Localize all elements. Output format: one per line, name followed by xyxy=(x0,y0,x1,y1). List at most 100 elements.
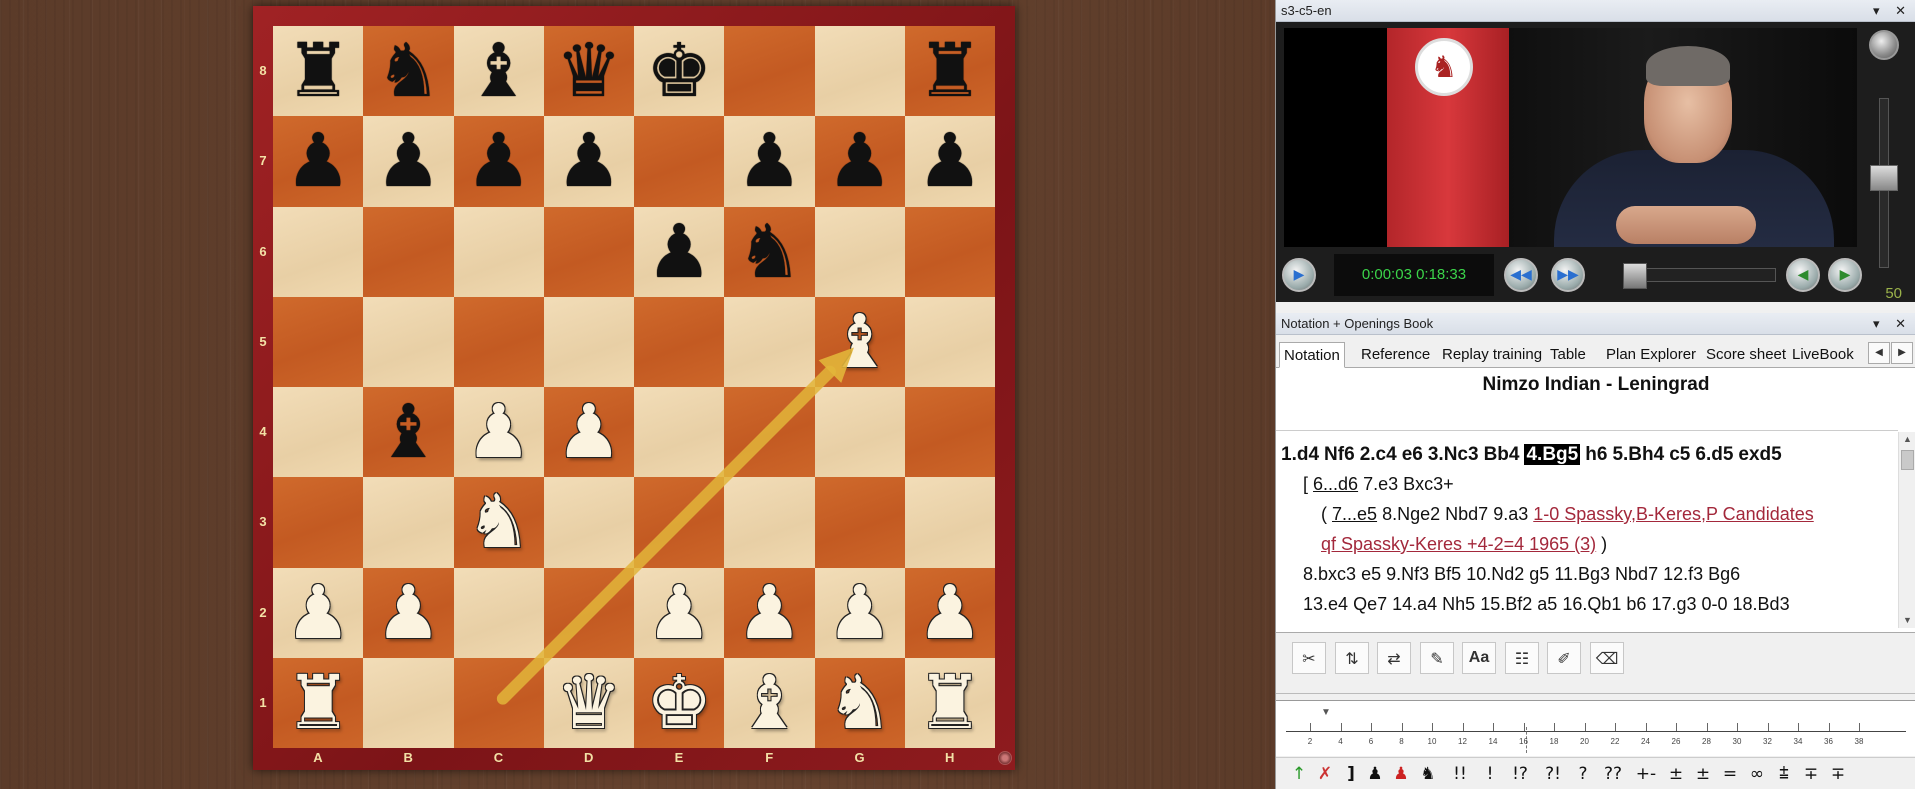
square-f1[interactable]: ♝ xyxy=(724,657,815,748)
black-pawn-icon[interactable]: ♟ xyxy=(826,124,892,198)
annotation-symbol[interactable]: ⩲ xyxy=(1773,762,1795,786)
white-pawn-icon[interactable]: ♟ xyxy=(646,576,712,650)
annotation-symbol[interactable]: !? xyxy=(1506,762,1534,786)
move[interactable]: h6 xyxy=(1585,444,1607,465)
black-bishop-icon[interactable]: ♝ xyxy=(465,34,531,108)
white-rook-icon[interactable]: ♜ xyxy=(285,666,351,740)
square-a1[interactable]: ♜ xyxy=(273,657,364,748)
tab-replay-training[interactable]: Replay training xyxy=(1438,342,1546,368)
move[interactable]: Bg6 xyxy=(1708,564,1740,584)
black-pawn-icon[interactable]: ♟ xyxy=(465,124,531,198)
annotation-symbol[interactable]: ∓ xyxy=(1827,762,1849,786)
tab-score-sheet[interactable]: Score sheet xyxy=(1702,342,1790,368)
move[interactable]: 12.f3 xyxy=(1663,564,1703,584)
annotation-symbol[interactable]: +- xyxy=(1632,762,1660,786)
square-b8[interactable]: ♞ xyxy=(363,26,454,117)
square-g5[interactable]: ♝ xyxy=(814,296,905,387)
black-pawn-icon[interactable]: ♟ xyxy=(736,124,802,198)
square-e5[interactable] xyxy=(634,296,725,387)
tabs-scroll-left-icon[interactable]: ◀ xyxy=(1868,342,1890,364)
move[interactable]: 5.Bh4 xyxy=(1612,444,1664,465)
play-button[interactable]: ▶ xyxy=(1282,258,1316,292)
move[interactable]: b6 xyxy=(1626,594,1646,614)
move[interactable]: 7.e3 xyxy=(1363,474,1398,494)
square-h8[interactable]: ♜ xyxy=(904,26,995,117)
square-g3[interactable] xyxy=(814,477,905,568)
black-pawn-icon[interactable]: ♟ xyxy=(556,124,622,198)
cut-line-icon[interactable]: ⇄ xyxy=(1377,642,1411,674)
square-f5[interactable] xyxy=(724,296,815,387)
volume-slider-thumb[interactable] xyxy=(1870,165,1898,191)
white-pawn-icon[interactable]: ♟ xyxy=(917,576,983,650)
square-c8[interactable]: ♝ xyxy=(453,26,544,117)
promote-variation-icon[interactable]: ⇅ xyxy=(1335,642,1369,674)
scroll-up-icon[interactable]: ▲ xyxy=(1900,432,1915,447)
white-bishop-icon[interactable]: ♝ xyxy=(736,666,802,740)
square-h2[interactable]: ♟ xyxy=(904,567,995,658)
black-piece-icon[interactable]: ♟ xyxy=(1364,762,1386,786)
move[interactable]: Nbd7 xyxy=(1445,504,1488,524)
black-rook-icon[interactable]: ♜ xyxy=(285,34,351,108)
white-pawn-icon[interactable]: ♟ xyxy=(375,576,441,650)
black-pawn-icon[interactable]: ♟ xyxy=(646,215,712,289)
insert-comment-icon[interactable]: ✎ xyxy=(1420,642,1454,674)
square-d8[interactable]: ♛ xyxy=(543,26,634,117)
pane-controls[interactable]: ▾ ✕ xyxy=(1873,0,1912,22)
move[interactable]: c5 xyxy=(1669,444,1690,465)
move[interactable]: 0-0 xyxy=(1702,594,1728,614)
square-a5[interactable] xyxy=(273,296,364,387)
square-a7[interactable]: ♟ xyxy=(273,116,364,207)
move[interactable]: e5 xyxy=(1361,564,1381,584)
video-seek-thumb[interactable] xyxy=(1623,263,1648,289)
annotation-symbol[interactable]: ?! xyxy=(1539,762,1567,786)
black-queen-icon[interactable]: ♛ xyxy=(556,34,622,108)
tab-table[interactable]: Table xyxy=(1546,342,1590,368)
square-a6[interactable] xyxy=(273,206,364,297)
notation-scrollbar[interactable]: ▲ ▼ xyxy=(1898,432,1915,628)
move[interactable]: 3.Nc3 xyxy=(1428,444,1479,465)
annotation-symbol[interactable]: !! xyxy=(1446,762,1474,786)
black-rook-icon[interactable]: ♜ xyxy=(917,34,983,108)
move[interactable]: g5 xyxy=(1529,564,1549,584)
square-f6[interactable]: ♞ xyxy=(724,206,815,297)
remove-icon[interactable]: ✗ xyxy=(1314,762,1336,786)
square-g8[interactable] xyxy=(814,26,905,117)
square-a8[interactable]: ♜ xyxy=(273,26,364,117)
move[interactable]: exd5 xyxy=(1738,444,1781,465)
bracket-icon[interactable]: ] xyxy=(1344,762,1358,786)
square-g1[interactable]: ♞ xyxy=(814,657,905,748)
add-move-icon[interactable]: ↑ xyxy=(1288,762,1310,786)
square-d2[interactable] xyxy=(543,567,634,658)
square-f3[interactable] xyxy=(724,477,815,568)
square-c5[interactable] xyxy=(453,296,544,387)
annotation-symbol[interactable]: ? xyxy=(1572,762,1594,786)
fast-forward-button[interactable]: ▶▶ xyxy=(1551,258,1585,292)
next-chapter-button[interactable]: ▶ xyxy=(1828,258,1862,292)
scroll-down-icon[interactable]: ▼ xyxy=(1900,613,1915,628)
move[interactable]: 16.Qb1 xyxy=(1562,594,1621,614)
black-pawn-icon[interactable]: ♟ xyxy=(375,124,441,198)
tree-icon[interactable]: ☷ xyxy=(1505,642,1539,674)
square-d7[interactable]: ♟ xyxy=(543,116,634,207)
square-h5[interactable] xyxy=(904,296,995,387)
move[interactable]: 10.Nd2 xyxy=(1466,564,1524,584)
square-c7[interactable]: ♟ xyxy=(453,116,544,207)
previous-chapter-button[interactable]: ◀ xyxy=(1786,258,1820,292)
move[interactable]: 8.Nge2 xyxy=(1382,504,1440,524)
black-knight-icon[interactable]: ♞ xyxy=(736,215,802,289)
square-g2[interactable]: ♟ xyxy=(814,567,905,658)
move[interactable]: Nf6 xyxy=(1324,444,1355,465)
square-b7[interactable]: ♟ xyxy=(363,116,454,207)
annotation-symbol[interactable]: ∓ xyxy=(1800,762,1822,786)
square-a2[interactable]: ♟ xyxy=(273,567,364,658)
move[interactable]: 11.Bg3 xyxy=(1554,564,1610,584)
square-c2[interactable] xyxy=(453,567,544,658)
game-timeline[interactable]: ▼ 2 4 6 8 10 12 14 16 18 20 22 24 26 28 30 32 34 36 38 xyxy=(1276,700,1915,756)
annotation-symbol[interactable]: ?? xyxy=(1599,762,1627,786)
square-d1[interactable]: ♛ xyxy=(543,657,634,748)
square-e8[interactable]: ♚ xyxy=(634,26,725,117)
move[interactable]: 14.a4 xyxy=(1392,594,1437,614)
delete-variation-icon[interactable]: ✂ xyxy=(1292,642,1326,674)
video-seek-bar[interactable] xyxy=(1623,263,1776,289)
text-annotation-icon[interactable]: Aa xyxy=(1462,642,1496,674)
